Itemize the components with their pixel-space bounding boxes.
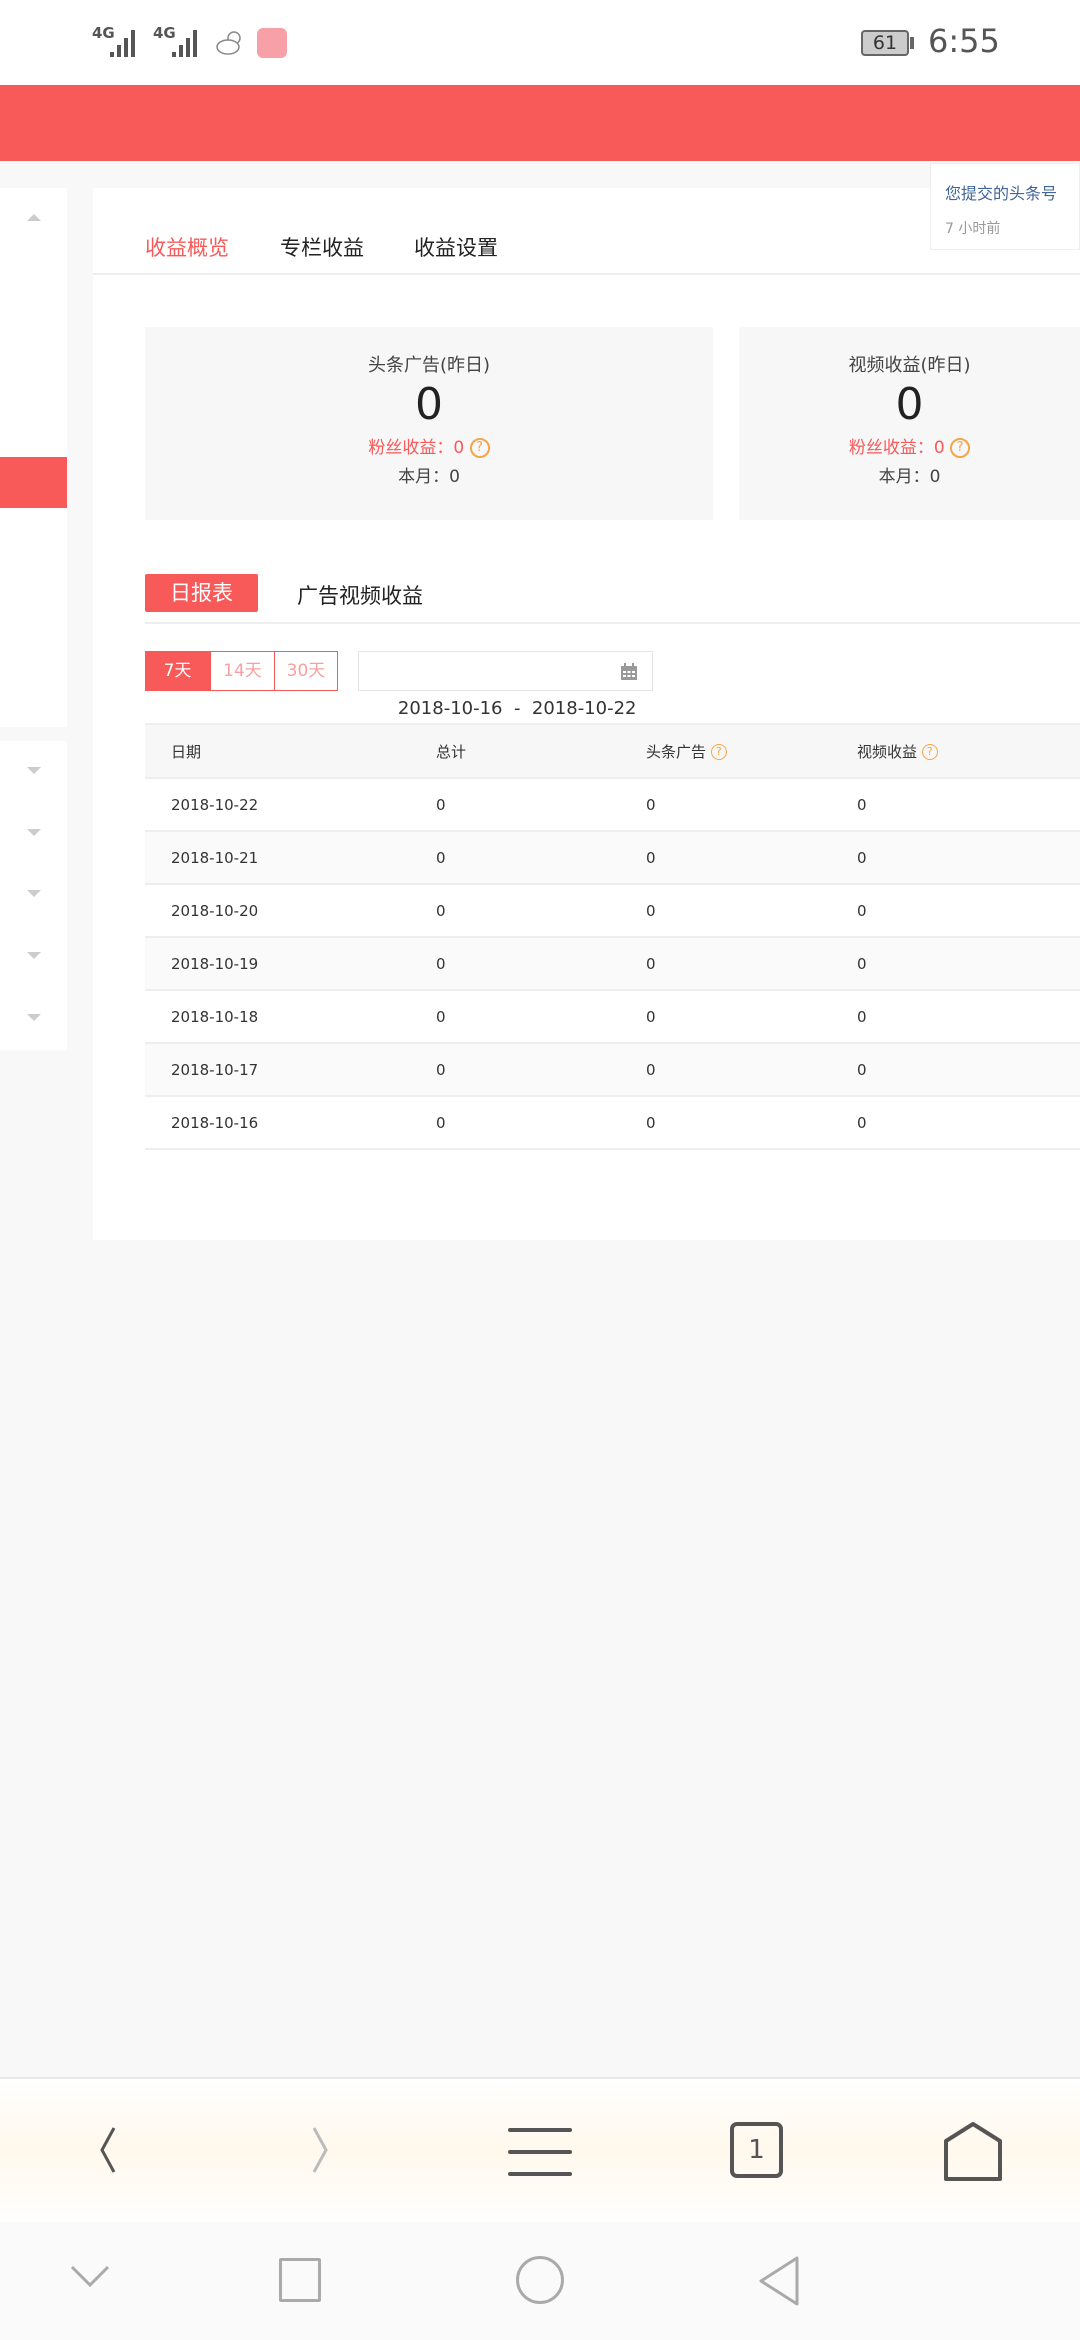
- stat-title: 头条广告(昨日): [367, 355, 491, 376]
- cell-toutiao-ad: 0: [646, 1096, 857, 1150]
- cell-toutiao-ad: 0: [646, 831, 857, 885]
- cell-total: 0: [436, 831, 646, 885]
- cell-toutiao-ad: 0: [646, 884, 857, 938]
- app-header: [0, 85, 1080, 161]
- cell-date: 2018-10-18: [145, 990, 436, 1044]
- sidebar-menu-secondary: [0, 741, 67, 1050]
- fans-income: 粉丝收益：0: [368, 438, 465, 458]
- tab-divider: [93, 273, 1080, 275]
- range-7-days[interactable]: 7天: [145, 651, 210, 691]
- help-icon[interactable]: ?: [921, 744, 938, 760]
- stat-title: 视频收益(昨日): [848, 355, 971, 376]
- calendar-icon[interactable]: [620, 663, 638, 681]
- cell-date: 2018-10-21: [145, 831, 436, 885]
- cell-video-income: 0: [857, 990, 1080, 1044]
- cell-video-income: 0: [857, 937, 1080, 991]
- cell-date: 2018-10-16: [145, 1096, 436, 1150]
- table-row: 2018-10-18 0 0 0: [145, 990, 1080, 1044]
- system-nav-bar: [0, 2222, 1080, 2340]
- subtab-daily-report[interactable]: 日报表: [145, 574, 258, 612]
- home-nav-icon[interactable]: [516, 2256, 564, 2304]
- date-range-value: 2018-10-16 - 2018-10-22: [397, 698, 637, 719]
- expand-arrow-icon[interactable]: [27, 890, 41, 897]
- fans-income: 粉丝收益：0: [848, 438, 945, 458]
- menu-icon[interactable]: [508, 2126, 574, 2180]
- app-notification-icon: [257, 28, 287, 58]
- col-total: 总计: [436, 723, 646, 779]
- cell-video-income: 0: [857, 1043, 1080, 1097]
- date-range-input[interactable]: 2018-10-16 - 2018-10-22: [358, 651, 653, 719]
- notification-popup[interactable]: 您提交的头条号 7 小时前: [930, 163, 1080, 250]
- notification-time: 7 小时前: [945, 221, 1001, 237]
- cell-total: 0: [436, 937, 646, 991]
- col-date: 日期: [145, 723, 436, 779]
- back-nav-icon[interactable]: [757, 2255, 803, 2307]
- table-row: 2018-10-19 0 0 0: [145, 937, 1080, 991]
- tabs-button[interactable]: 1: [730, 2122, 783, 2178]
- col-toutiao-ad: 头条广告 ?: [646, 723, 857, 779]
- table-row: 2018-10-20 0 0 0: [145, 884, 1080, 938]
- signal-bars-icon: [110, 30, 135, 57]
- sidebar-item-active[interactable]: [0, 457, 67, 508]
- expand-arrow-icon[interactable]: [27, 767, 41, 774]
- hide-nav-icon[interactable]: [70, 2264, 110, 2288]
- help-icon[interactable]: ?: [950, 438, 971, 458]
- notification-text: 您提交的头条号: [945, 184, 1058, 203]
- back-icon[interactable]: [94, 2125, 120, 2175]
- cell-date: 2018-10-22: [145, 778, 436, 832]
- table-row: 2018-10-21 0 0 0: [145, 831, 1080, 885]
- status-bar: 4G 4G 61 6:55: [0, 0, 1080, 85]
- recent-apps-icon[interactable]: [279, 2258, 321, 2302]
- expand-arrow-icon[interactable]: [27, 1014, 41, 1021]
- cell-video-income: 0: [857, 778, 1080, 832]
- cell-total: 0: [436, 778, 646, 832]
- range-14-days[interactable]: 14天: [210, 651, 275, 691]
- range-30-days[interactable]: 30天: [274, 651, 338, 691]
- cell-total: 0: [436, 1043, 646, 1097]
- cell-video-income: 0: [857, 831, 1080, 885]
- browser-toolbar: 1: [0, 2077, 1080, 2222]
- cell-date: 2018-10-20: [145, 884, 436, 938]
- col-video-income: 视频收益 ?: [857, 723, 1080, 779]
- tab-column-income[interactable]: 专栏收益: [280, 232, 364, 262]
- tab-income-settings[interactable]: 收益设置: [414, 232, 498, 262]
- subtab-divider: [145, 622, 1080, 624]
- stat-card-toutiao-ad: 头条广告(昨日) 0 粉丝收益：0 ? 本月：0: [145, 327, 713, 520]
- cell-date: 2018-10-17: [145, 1043, 436, 1097]
- forward-icon[interactable]: [308, 2125, 334, 2175]
- cell-total: 0: [436, 1096, 646, 1150]
- expand-arrow-icon[interactable]: [27, 952, 41, 959]
- cell-toutiao-ad: 0: [646, 1043, 857, 1097]
- help-icon[interactable]: ?: [469, 438, 490, 458]
- subtab-ad-video-income[interactable]: 广告视频收益: [297, 580, 423, 610]
- stat-value: 0: [895, 379, 924, 430]
- clock: 6:55: [928, 22, 1000, 60]
- cell-video-income: 0: [857, 1096, 1080, 1150]
- tab-income-overview[interactable]: 收益概览: [145, 232, 229, 262]
- signal-bars-icon: [172, 30, 197, 57]
- cell-toutiao-ad: 0: [646, 778, 857, 832]
- cell-video-income: 0: [857, 884, 1080, 938]
- home-icon[interactable]: [942, 2121, 1004, 2183]
- daily-report-table: 日期 总计 头条广告 ? 视频收益 ? 2018-10-22 0 0 0 2018-10…: [145, 723, 1080, 1150]
- cell-total: 0: [436, 884, 646, 938]
- stat-value: 0: [415, 379, 443, 430]
- battery-icon: 61: [861, 30, 909, 56]
- cell-date: 2018-10-19: [145, 937, 436, 991]
- cell-total: 0: [436, 990, 646, 1044]
- weather-cloudy-icon: [216, 31, 241, 55]
- expand-arrow-icon[interactable]: [27, 829, 41, 836]
- income-card: 收益概览 专栏收益 收益设置 头条广告(昨日) 0 粉丝收益：0 ? 本月：0 …: [93, 188, 1080, 1240]
- table-row: 2018-10-17 0 0 0: [145, 1043, 1080, 1097]
- collapse-arrow-icon[interactable]: [27, 214, 41, 221]
- cell-toutiao-ad: 0: [646, 990, 857, 1044]
- cell-toutiao-ad: 0: [646, 937, 857, 991]
- help-icon[interactable]: ?: [710, 744, 727, 760]
- table-row: 2018-10-22 0 0 0: [145, 778, 1080, 832]
- table-row: 2018-10-16 0 0 0: [145, 1096, 1080, 1150]
- stat-card-video: 视频收益(昨日) 0 粉丝收益：0 ? 本月：0: [739, 327, 1080, 520]
- month-income: 本月：0: [398, 467, 460, 487]
- month-income: 本月：0: [878, 467, 941, 487]
- sidebar-menu: [0, 188, 67, 727]
